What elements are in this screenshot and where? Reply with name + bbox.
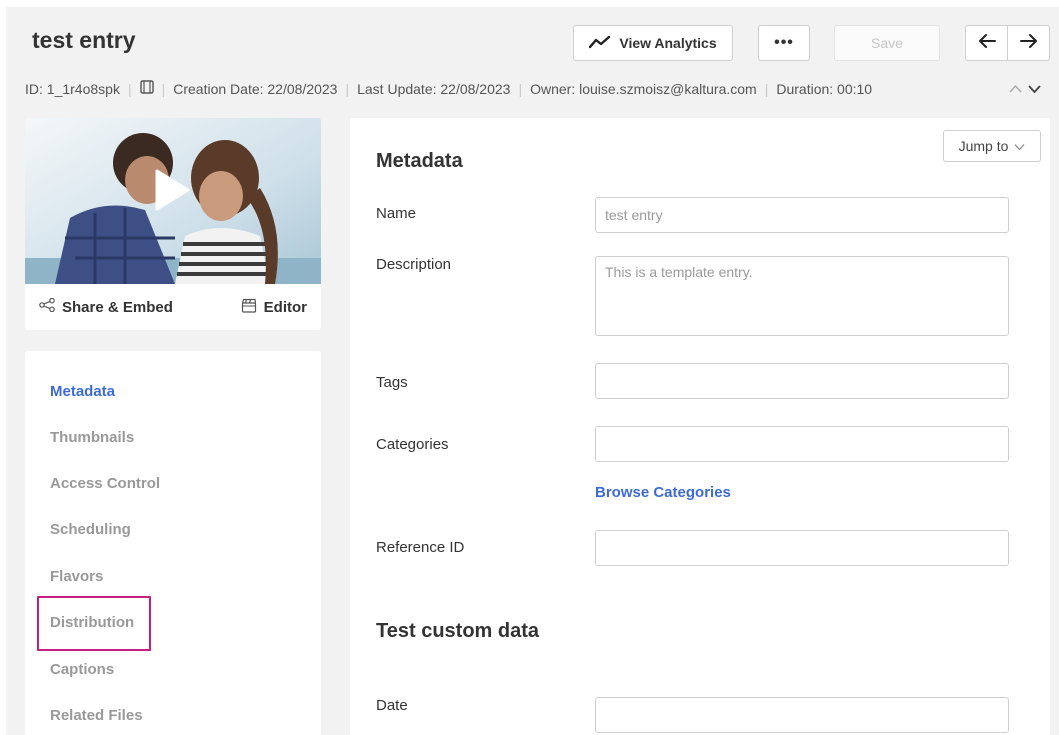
- more-actions-button[interactable]: •••: [758, 25, 810, 61]
- categories-field[interactable]: [595, 426, 1009, 462]
- editor-button[interactable]: Editor: [241, 298, 307, 317]
- share-embed-button[interactable]: Share & Embed: [39, 297, 173, 316]
- more-dots-icon: •••: [774, 34, 794, 51]
- owner: Owner: louise.szmoisz@kaltura.com: [530, 80, 757, 97]
- share-icon: [39, 297, 55, 316]
- page-title: test entry: [32, 27, 136, 53]
- creation-date: Creation Date: 22/08/2023: [173, 80, 338, 97]
- description-field[interactable]: [595, 256, 1009, 336]
- arrow-right-icon: [1019, 33, 1038, 54]
- sidebar-item-thumbnails[interactable]: Thumbnails: [50, 429, 134, 446]
- thumbnail-actions: Share & Embed Editor: [25, 284, 321, 330]
- browse-categories-link[interactable]: Browse Categories: [595, 484, 731, 501]
- custom-data-section-title: Test custom data: [376, 620, 539, 642]
- view-analytics-button[interactable]: View Analytics: [573, 25, 733, 61]
- save-label: Save: [871, 35, 903, 51]
- metadata-panel: Jump to Metadata Name Description Tags C…: [350, 118, 1050, 735]
- description-label: Description: [376, 256, 452, 273]
- share-embed-label: Share & Embed: [62, 298, 173, 316]
- name-field[interactable]: [595, 197, 1009, 233]
- tags-label: Tags: [376, 374, 408, 391]
- sidebar-item-metadata[interactable]: Metadata: [50, 383, 115, 400]
- tags-field[interactable]: [595, 363, 1009, 399]
- entry-navigation: [965, 25, 1050, 61]
- chevron-up-icon[interactable]: [1009, 81, 1022, 99]
- reference-id-label: Reference ID: [376, 539, 465, 556]
- metadata-section-title: Metadata: [376, 150, 463, 172]
- collapse-toggle[interactable]: [1009, 81, 1041, 99]
- arrow-left-icon: [978, 33, 996, 54]
- entry-id: ID: 1_1r4o8spk: [25, 80, 120, 97]
- sidebar-item-scheduling[interactable]: Scheduling: [50, 521, 131, 538]
- entry-thumbnail-card: Share & Embed Editor: [25, 118, 321, 330]
- chevron-down-icon[interactable]: [1028, 81, 1041, 99]
- sidebar-item-access-control[interactable]: Access Control: [50, 475, 160, 492]
- analytics-chart-icon: [589, 35, 611, 52]
- categories-label: Categories: [376, 436, 449, 453]
- film-icon: [139, 80, 154, 97]
- sidebar-item-related-files[interactable]: Related Files: [50, 707, 143, 724]
- name-label: Name: [376, 205, 417, 222]
- view-analytics-label: View Analytics: [619, 35, 717, 51]
- section-sidebar: Metadata Thumbnails Access Control Sched…: [25, 351, 321, 735]
- reference-id-field[interactable]: [595, 530, 1009, 566]
- entry-details-page: test entry View Analytics ••• Save ID: 1…: [6, 7, 1059, 735]
- play-button[interactable]: [153, 168, 191, 217]
- sidebar-item-flavors[interactable]: Flavors: [50, 568, 103, 585]
- previous-entry-button[interactable]: [966, 26, 1007, 60]
- last-update: Last Update: 22/08/2023: [357, 80, 511, 97]
- sidebar-item-captions[interactable]: Captions: [50, 661, 114, 678]
- editor-label: Editor: [263, 298, 307, 316]
- next-entry-button[interactable]: [1007, 26, 1049, 60]
- date-field[interactable]: [595, 697, 1009, 733]
- date-label: Date: [376, 697, 408, 714]
- save-button[interactable]: Save: [834, 25, 940, 61]
- sidebar-item-distribution[interactable]: Distribution: [50, 614, 134, 631]
- jump-to-label: Jump to: [958, 138, 1009, 154]
- clapperboard-icon: [241, 298, 257, 317]
- jump-to-dropdown[interactable]: Jump to: [943, 130, 1041, 162]
- entry-thumbnail-image[interactable]: [25, 118, 321, 284]
- duration: Duration: 00:10: [776, 80, 873, 97]
- chevron-down-icon: [1014, 138, 1025, 154]
- entry-info-bar: ID: 1_1r4o8spk | | Creation Date: 22/08/…: [25, 80, 873, 97]
